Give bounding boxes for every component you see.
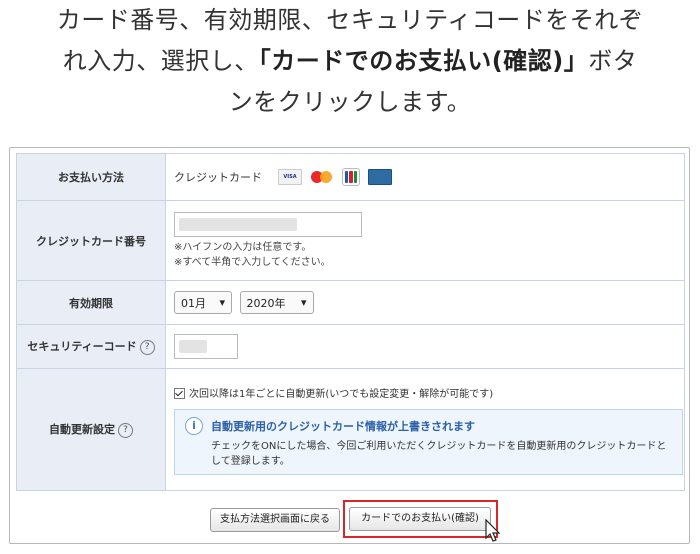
payment-method-value: クレジットカード xyxy=(174,171,262,184)
card-number-note-2: ※すべて半角で入力してください。 xyxy=(174,256,331,268)
amex-icon xyxy=(368,169,392,185)
expiry-month-select[interactable]: 01月 ▾ xyxy=(174,291,232,314)
instruction-text: カード番号、有効期限、セキュリティコードをそれぞ れ入力、選択し、「カードでのお… xyxy=(0,0,700,123)
expiry-cell: 01月 ▾ 2020年 ▾ xyxy=(165,280,685,325)
info-text: チェックをONにした場合、今回ご利用いただくクレジットカードを自動更新用のクレジ… xyxy=(211,440,667,467)
info-icon: i xyxy=(185,416,203,435)
card-number-label: クレジットカード番号 xyxy=(16,200,166,281)
payment-form-panel: お支払い方法 クレジットカード VISA クレジットカード番号 ※ハイフンの入力… xyxy=(9,147,690,544)
row-security-code: セキュリティーコード? xyxy=(16,324,685,369)
row-card-number: クレジットカード番号 ※ハイフンの入力は任意です。 ※すべて半角で入力してくださ… xyxy=(16,200,685,281)
instruction-line-2-bold: 「カードでのお支払い(確認)」 xyxy=(258,47,589,75)
row-payment-method: お支払い方法 クレジットカード VISA xyxy=(16,153,685,201)
chevron-down-icon: ▾ xyxy=(219,296,225,309)
security-code-cell xyxy=(165,324,685,369)
jcb-icon xyxy=(342,168,360,186)
help-icon[interactable]: ? xyxy=(139,339,155,355)
security-code-label-cell: セキュリティーコード? xyxy=(16,324,166,369)
auto-renew-checkbox-label[interactable]: 次回以降は1年ごとに自動更新(いつでも設定変更・解除が可能です) xyxy=(189,389,493,400)
card-number-input[interactable] xyxy=(174,211,362,237)
payment-method-value-cell: クレジットカード VISA xyxy=(165,153,685,201)
auto-renew-label: 自動更新設定 xyxy=(49,423,115,437)
chevron-down-icon: ▾ xyxy=(300,296,307,309)
auto-renew-cell: 次回以降は1年ごとに自動更新(いつでも設定変更・解除が可能です) i 自動更新用… xyxy=(165,368,685,491)
card-number-cell: ※ハイフンの入力は任意です。 ※すべて半角で入力してください。 xyxy=(165,200,685,281)
auto-renew-info-box: i 自動更新用のクレジットカード情報が上書きされます チェックをONにした場合、… xyxy=(174,408,683,475)
instruction-line-2-pre: れ入力、選択し、 xyxy=(62,47,259,75)
instruction-line-2: れ入力、選択し、「カードでのお支払い(確認)」ボタ xyxy=(0,41,700,82)
card-number-note-1: ※ハイフンの入力は任意です。 xyxy=(174,241,312,253)
expiry-year-value: 2020年 xyxy=(246,296,286,310)
row-expiry: 有効期限 01月 ▾ 2020年 ▾ xyxy=(16,280,685,325)
auto-renew-checkbox-row: 次回以降は1年ごとに自動更新(いつでも設定変更・解除が可能です) xyxy=(174,385,684,400)
row-auto-renew: 自動更新設定? 次回以降は1年ごとに自動更新(いつでも設定変更・解除が可能です)… xyxy=(16,368,685,491)
card-brand-icons: VISA xyxy=(278,168,392,186)
instruction-line-2-post: ボタ xyxy=(588,47,638,75)
mouse-pointer-icon xyxy=(485,519,501,542)
help-icon[interactable]: ? xyxy=(118,422,133,438)
expiry-label: 有効期限 xyxy=(16,280,166,325)
payment-method-label: お支払い方法 xyxy=(16,153,166,201)
instruction-line-3: ンをクリックします。 xyxy=(228,88,472,116)
payment-form-table: お支払い方法 クレジットカード VISA クレジットカード番号 ※ハイフンの入力… xyxy=(16,153,685,491)
expiry-year-select[interactable]: 2020年 ▾ xyxy=(239,291,314,314)
security-code-label: セキュリティーコード xyxy=(27,340,137,354)
instruction-line-1: カード番号、有効期限、セキュリティコードをそれぞ xyxy=(56,6,644,34)
mastercard-icon xyxy=(310,170,334,184)
card-number-masked-value xyxy=(179,217,297,231)
card-payment-confirm-button[interactable]: カードでのお支払い(確認) xyxy=(349,507,491,531)
auto-renew-label-cell: 自動更新設定? xyxy=(16,368,166,491)
info-title: 自動更新用のクレジットカード情報が上書きされます xyxy=(211,419,475,433)
security-code-masked-value xyxy=(179,340,207,353)
auto-renew-checkbox[interactable] xyxy=(174,388,185,399)
expiry-month-value: 01月 xyxy=(181,296,206,310)
back-to-payment-selection-button[interactable]: 支払方法選択画面に戻る xyxy=(210,508,340,532)
visa-icon: VISA xyxy=(278,169,302,185)
security-code-input[interactable] xyxy=(174,334,238,359)
